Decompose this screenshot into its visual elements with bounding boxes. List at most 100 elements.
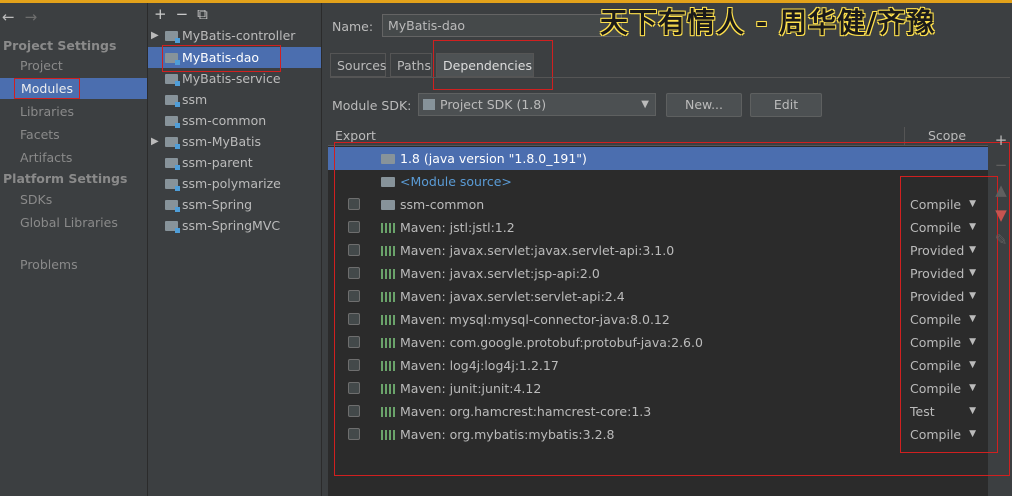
dependency-name: Maven: jstl:jstl:1.2 [400, 220, 515, 235]
library-icon [381, 315, 395, 325]
scope-dropdown[interactable]: Compile ▼ [910, 331, 978, 354]
forward-arrow-icon[interactable]: → [25, 8, 38, 26]
module-folder-icon [165, 200, 180, 212]
tab-sources[interactable]: Sources [330, 53, 386, 77]
table-row[interactable]: ssm-common Compile ▼ [328, 193, 988, 216]
export-checkbox[interactable] [348, 198, 360, 210]
scope-dropdown[interactable]: Provided ▼ [910, 239, 978, 262]
scope-dropdown[interactable]: Compile ▼ [910, 193, 978, 216]
tree-item-label: ssm-common [182, 113, 267, 128]
export-checkbox[interactable] [348, 267, 360, 279]
scope-value: Test [910, 404, 935, 419]
scope-dropdown[interactable]: Provided ▼ [910, 262, 978, 285]
nav-item-modules[interactable]: Modules [14, 78, 80, 99]
module-folder-icon [165, 221, 180, 233]
nav-item-libraries[interactable]: Libraries [20, 101, 74, 122]
table-row[interactable]: Maven: javax.servlet:servlet-api:2.4 Pro… [328, 285, 988, 308]
move-down-icon[interactable]: ▼ [991, 206, 1011, 231]
table-row-jdk[interactable]: 1.8 (java version "1.8.0_191") [328, 147, 988, 170]
export-checkbox[interactable] [348, 336, 360, 348]
expand-arrow-icon[interactable]: ▶ [151, 136, 159, 147]
back-arrow-icon[interactable]: ← [2, 8, 15, 26]
tree-item[interactable]: ssm [165, 89, 207, 110]
export-checkbox[interactable] [348, 313, 360, 325]
tree-item[interactable]: ssm-Spring [165, 194, 252, 215]
scope-dropdown[interactable]: Test ▼ [910, 400, 978, 423]
column-header-export[interactable]: Export [335, 128, 376, 143]
expand-arrow-icon[interactable]: ▶ [151, 30, 159, 41]
export-checkbox[interactable] [348, 221, 360, 233]
nav-item-global-libraries[interactable]: Global Libraries [20, 212, 118, 233]
table-row-module-source[interactable]: <Module source> [328, 170, 988, 193]
tree-item[interactable]: ssm-SpringMVC [165, 215, 280, 236]
scope-value: Provided [910, 243, 965, 258]
library-icon [381, 407, 395, 417]
export-checkbox[interactable] [348, 244, 360, 256]
table-row[interactable]: Maven: jstl:jstl:1.2 Compile ▼ [328, 216, 988, 239]
table-row[interactable]: Maven: mysql:mysql-connector-java:8.0.12… [328, 308, 988, 331]
dependency-name: Maven: javax.servlet:jsp-api:2.0 [400, 266, 600, 281]
dependency-name: Maven: javax.servlet:servlet-api:2.4 [400, 289, 625, 304]
module-folder-icon [165, 95, 180, 107]
project-settings-header: Project Settings [3, 38, 117, 53]
column-header-scope[interactable]: Scope [904, 127, 989, 145]
tree-item[interactable]: MyBatis-controller [165, 25, 295, 46]
tree-item[interactable]: ssm-polymarize [165, 173, 281, 194]
module-folder-icon [165, 53, 180, 65]
scope-dropdown[interactable]: Compile ▼ [910, 354, 978, 377]
add-dependency-icon[interactable]: + [991, 131, 1011, 156]
copy-module-icon[interactable]: ⧉ [197, 5, 208, 23]
chevron-down-icon: ▼ [969, 314, 976, 324]
chevron-down-icon: ▼ [969, 291, 976, 301]
module-folder-icon [165, 179, 180, 191]
module-sdk-select[interactable]: Project SDK (1.8) ▼ [418, 93, 656, 116]
scope-dropdown[interactable]: Compile ▼ [910, 308, 978, 331]
scope-dropdown[interactable]: Compile ▼ [910, 216, 978, 239]
table-row[interactable]: Maven: junit:junit:4.12 Compile ▼ [328, 377, 988, 400]
tab-paths[interactable]: Paths [390, 53, 432, 77]
add-module-icon[interactable]: + [154, 5, 167, 23]
tree-item[interactable]: ssm-common [165, 110, 266, 131]
export-checkbox[interactable] [348, 359, 360, 371]
table-row[interactable]: Maven: javax.servlet:jsp-api:2.0 Provide… [328, 262, 988, 285]
tree-item-label: ssm-parent [182, 155, 253, 170]
nav-item-project[interactable]: Project [20, 55, 63, 76]
chevron-down-icon: ▼ [969, 222, 976, 232]
tree-item[interactable]: ssm-MyBatis [165, 131, 261, 152]
move-up-icon[interactable]: ▲ [991, 181, 1011, 206]
dependency-name: <Module source> [400, 174, 512, 189]
remove-module-icon[interactable]: − [176, 5, 189, 23]
tree-item-selected[interactable]: MyBatis-dao [165, 47, 259, 68]
scope-dropdown[interactable]: Compile ▼ [910, 377, 978, 400]
dependency-name: ssm-common [400, 197, 485, 212]
dependencies-table: Export Scope 1.8 (java version "1.8.0_19… [328, 127, 988, 496]
scope-dropdown[interactable]: Provided ▼ [910, 285, 978, 308]
nav-item-artifacts[interactable]: Artifacts [20, 147, 72, 168]
table-header: Export Scope [328, 127, 988, 146]
export-checkbox[interactable] [348, 405, 360, 417]
table-row[interactable]: Maven: org.mybatis:mybatis:3.2.8 Compile… [328, 423, 988, 446]
tab-dependencies[interactable]: Dependencies [436, 53, 534, 77]
new-sdk-button[interactable]: New... [666, 93, 742, 117]
chevron-down-icon: ▼ [969, 268, 976, 278]
table-row[interactable]: Maven: org.hamcrest:hamcrest-core:1.3 Te… [328, 400, 988, 423]
module-folder-icon [165, 137, 180, 149]
tree-item[interactable]: MyBatis-service [165, 68, 281, 89]
edit-dependency-icon[interactable]: ✎ [991, 231, 1011, 256]
remove-dependency-icon[interactable]: − [991, 156, 1011, 181]
nav-item-facets[interactable]: Facets [20, 124, 60, 145]
nav-item-sdks[interactable]: SDKs [20, 189, 52, 210]
export-checkbox[interactable] [348, 428, 360, 440]
edit-sdk-button[interactable]: Edit [750, 93, 822, 117]
table-row[interactable]: Maven: log4j:log4j:1.2.17 Compile ▼ [328, 354, 988, 377]
export-checkbox[interactable] [348, 290, 360, 302]
tree-item[interactable]: ssm-parent [165, 152, 253, 173]
chevron-down-icon: ▼ [969, 383, 976, 393]
module-name-field[interactable]: MyBatis-dao [382, 14, 622, 37]
scope-dropdown[interactable]: Compile ▼ [910, 423, 978, 446]
export-checkbox[interactable] [348, 382, 360, 394]
chevron-down-icon: ▼ [969, 406, 976, 416]
table-row[interactable]: Maven: javax.servlet:javax.servlet-api:3… [328, 239, 988, 262]
table-row[interactable]: Maven: com.google.protobuf:protobuf-java… [328, 331, 988, 354]
nav-item-problems[interactable]: Problems [20, 254, 78, 275]
